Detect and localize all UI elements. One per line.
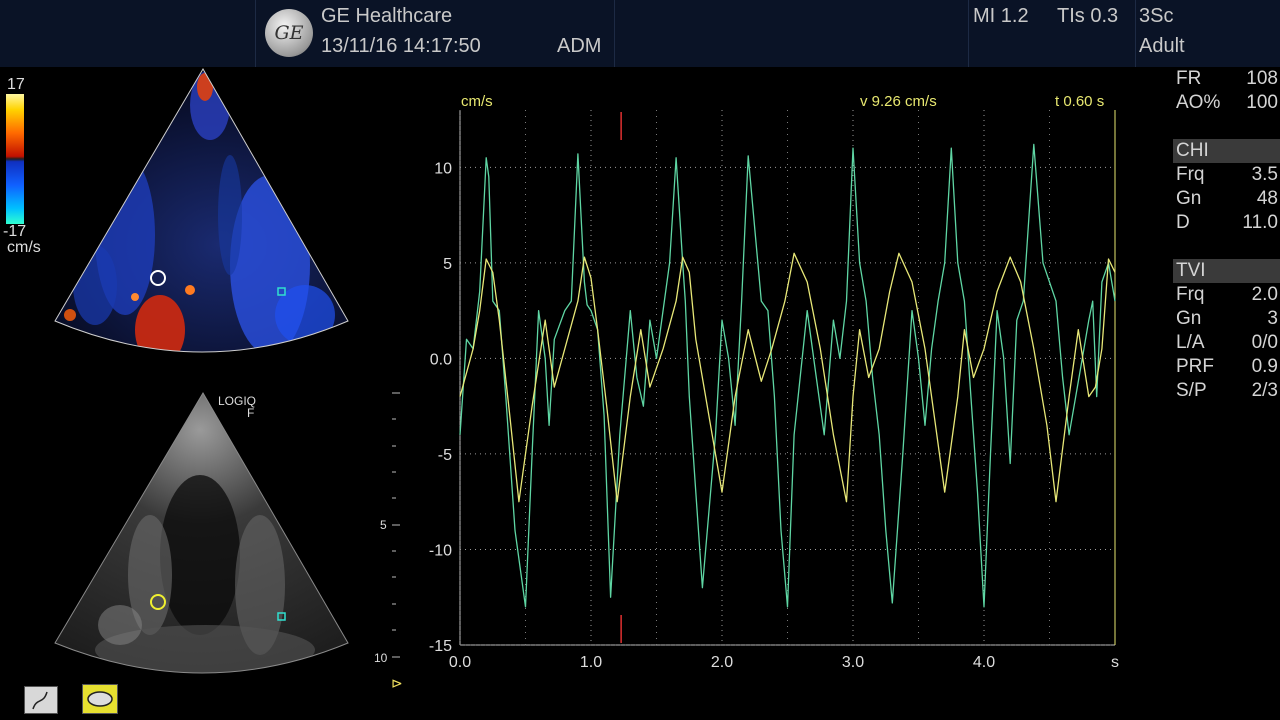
mechanical-index: MI 1.2 [973,5,1029,27]
trace-series-1 [459,143,1116,608]
tvi-la-label: L/A [1176,332,1205,353]
operator-id: ADM [557,35,602,57]
x-tick-label: 4.0 [973,654,995,670]
chi-depth-label: D [1176,212,1190,233]
depth-label: 10 [374,651,388,665]
exam-datetime: 13/11/16 14:17:50 [321,35,481,57]
acoustic-output-value: 100 [1246,92,1278,113]
tvi-title: TVI [1176,260,1206,281]
preset-name: Adult [1139,35,1185,57]
frame-rate-value: 108 [1246,68,1278,89]
ellipse-tool-icon[interactable] [82,684,118,714]
y-tick-label: 10 [434,160,452,177]
tvi-frq-label: Frq [1176,284,1205,305]
chi-gain-label: Gn [1176,188,1202,209]
tvi-frq-value: 2.0 [1251,284,1278,305]
brand-name: GE Healthcare [321,5,453,27]
y-tick-label: -10 [429,542,452,559]
focus-marker-icon: ⊳ [391,675,403,691]
color-scale-unit: cm/s [7,239,41,256]
bmode-image[interactable] [40,385,360,685]
chi-frq-value: 3.5 [1251,164,1278,185]
tvi-trace-chart[interactable]: 1050.0-5-10-150.0 1.0 2.0 3.0 4.0 s [410,70,1130,670]
chi-depth-value: 11.0 [1242,212,1278,233]
tvi-la-value: 0/0 [1251,332,1278,353]
color-doppler-image[interactable] [40,65,400,365]
probe-name: 3Sc [1139,5,1174,27]
header-divider [255,0,256,67]
header-bar: GE GE Healthcare 13/11/16 14:17:50 ADM M… [0,0,1280,67]
x-tick-label: 2.0 [711,654,733,670]
tvi-gain-label: Gn [1176,308,1202,329]
color-scale-bar [6,94,24,224]
depth-scale [392,392,400,658]
trace-tool-icon[interactable] [24,686,58,714]
trace-unit-label: cm/s [461,93,493,110]
y-tick-label: -15 [429,638,452,655]
x-unit-label: s [1111,654,1119,670]
tvi-gain-value: 3 [1267,308,1278,329]
color-scale-max: 17 [7,76,25,93]
chi-frq-label: Frq [1176,164,1205,185]
tvi-sp-value: 2/3 [1251,380,1278,401]
x-tick-label: 3.0 [842,654,864,670]
ge-logo-icon: GE [265,9,313,57]
time-readout: t 0.60 s [1055,93,1105,110]
x-tick-label: 1.0 [580,654,602,670]
header-divider [968,0,969,67]
chi-title: CHI [1176,140,1209,161]
y-tick-label: 5 [443,256,452,273]
depth-label: 5 [380,518,387,532]
thermal-index: TIs 0.3 [1057,5,1119,27]
orientation-mark: F [247,406,255,420]
header-divider [1135,0,1136,67]
frame-rate-label: FR [1176,68,1202,89]
header-divider [614,0,615,67]
y-tick-label: 0.0 [430,351,452,368]
tvi-sp-label: S/P [1176,380,1207,401]
x-tick-label: 0.0 [449,654,471,670]
tvi-prf-value: 0.9 [1251,356,1278,377]
chi-gain-value: 48 [1256,188,1278,209]
velocity-readout: v 9.26 cm/s [860,93,937,110]
y-tick-label: -5 [438,447,452,464]
